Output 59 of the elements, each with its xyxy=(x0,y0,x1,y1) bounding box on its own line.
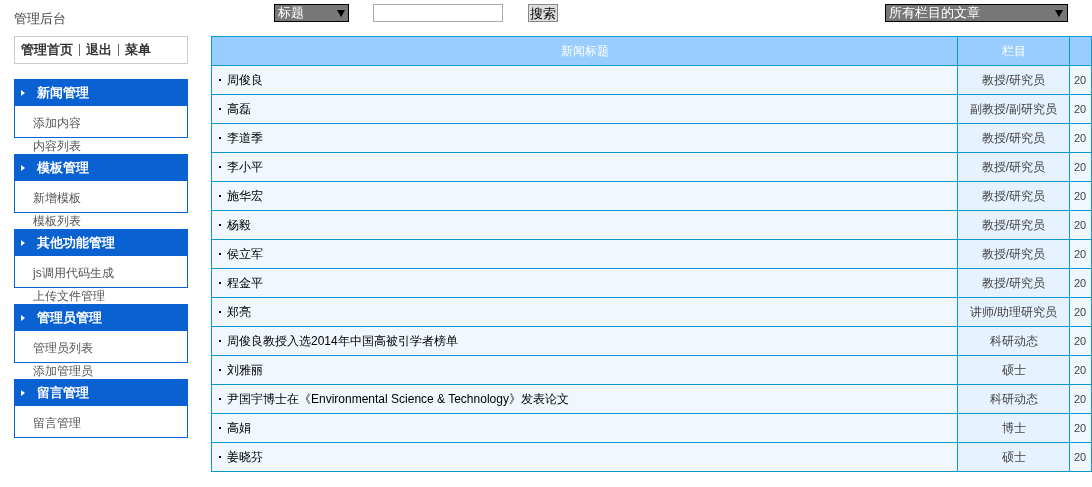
nav-link[interactable]: 退出 xyxy=(86,40,112,60)
category-cell: 博士 xyxy=(957,413,1070,443)
category-cell: 教授/研究员 xyxy=(957,181,1070,211)
nav-link[interactable]: 菜单 xyxy=(125,40,151,60)
category-cell: 科研动态 xyxy=(957,384,1070,414)
menu-item[interactable]: 上传文件管理 xyxy=(33,289,105,303)
section-header[interactable]: 其他功能管理 xyxy=(14,229,188,256)
news-title-link[interactable]: 郑亮 xyxy=(227,303,251,321)
news-title-link[interactable]: 周俊良教授入选2014年中国高被引学者榜单 xyxy=(227,332,458,350)
search-button[interactable]: 搜索 xyxy=(528,4,558,22)
category-cell: 副教授/副研究员 xyxy=(957,94,1070,124)
menu-item[interactable]: 留言管理 xyxy=(33,411,81,432)
news-title-link[interactable]: 李道季 xyxy=(227,129,263,147)
category-cell: 讲师/助理研究员 xyxy=(957,297,1070,327)
section-header[interactable]: 模板管理 xyxy=(14,154,188,181)
column-header: 栏目 xyxy=(957,36,1070,66)
category-cell: 教授/研究员 xyxy=(957,152,1070,182)
arrow-icon xyxy=(21,314,25,321)
nav-link[interactable]: 管理首页 xyxy=(21,40,73,60)
column-header: 新闻标题 xyxy=(211,36,958,66)
page-title: 管理后台 xyxy=(14,10,66,28)
news-title-link[interactable]: 周俊良 xyxy=(227,71,263,89)
field-dropdown[interactable]: 标题 xyxy=(274,4,349,22)
menu-item[interactable]: 内容列表 xyxy=(33,139,81,153)
news-title-link[interactable]: 李小平 xyxy=(227,158,263,176)
news-title-link[interactable]: 高磊 xyxy=(227,100,251,118)
category-cell: 硕士 xyxy=(957,442,1070,472)
menu-item[interactable]: 管理员列表 xyxy=(33,336,93,357)
menu-item[interactable]: js调用代码生成 xyxy=(33,261,114,282)
arrow-icon xyxy=(21,164,25,171)
menu-item[interactable]: 添加管理员 xyxy=(33,364,93,378)
category-cell: 教授/研究员 xyxy=(957,210,1070,240)
arrow-icon xyxy=(21,389,25,396)
category-cell: 教授/研究员 xyxy=(957,65,1070,95)
news-title-link[interactable]: 高娟 xyxy=(227,419,251,437)
category-cell: 科研动态 xyxy=(957,326,1070,356)
search-field[interactable] xyxy=(373,4,503,22)
arrow-icon xyxy=(21,239,25,246)
category-cell: 硕士 xyxy=(957,355,1070,385)
section-header[interactable]: 留言管理 xyxy=(14,379,188,406)
news-title-link[interactable]: 侯立军 xyxy=(227,245,263,263)
arrow-icon xyxy=(21,89,25,96)
category-cell: 教授/研究员 xyxy=(957,268,1070,298)
category-cell: 教授/研究员 xyxy=(957,123,1070,153)
caret-icon xyxy=(1055,9,1063,17)
menu-item[interactable]: 新增模板 xyxy=(33,186,81,207)
menu-item[interactable]: 添加内容 xyxy=(33,111,81,132)
column-header xyxy=(1069,36,1092,66)
category-cell: 教授/研究员 xyxy=(957,239,1070,269)
section-header[interactable]: 管理员管理 xyxy=(14,304,188,331)
news-title-link[interactable]: 程金平 xyxy=(227,274,263,292)
caret-icon xyxy=(337,9,345,17)
menu-item[interactable]: 模板列表 xyxy=(33,214,81,228)
news-title-link[interactable]: 姜晓芬 xyxy=(227,448,263,466)
news-title-link[interactable]: 施华宏 xyxy=(227,187,263,205)
news-title-link[interactable]: 刘雅丽 xyxy=(227,361,263,379)
category-dropdown[interactable]: 所有栏目的文章 xyxy=(885,4,1068,22)
news-title-link[interactable]: 杨毅 xyxy=(227,216,251,234)
section-header[interactable]: 新闻管理 xyxy=(14,79,188,106)
